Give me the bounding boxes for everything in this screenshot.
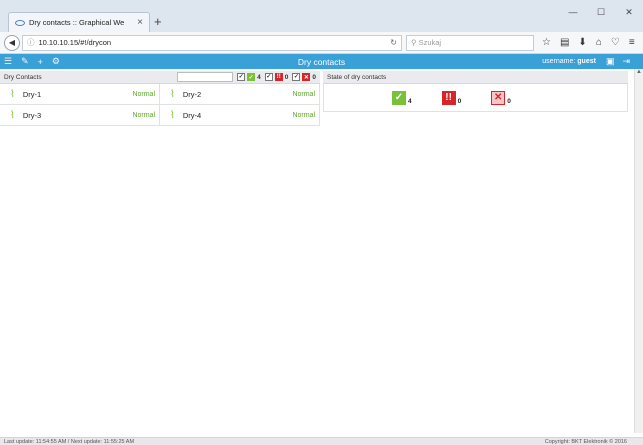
url-text: 10.10.10.15/#!/drycon (38, 38, 112, 47)
ok-icon: ✓ (247, 73, 256, 81)
contact-name: Dry-3 (22, 110, 42, 120)
state-panel: State of dry contacts ✓ 4 !! 0 ✕ 0 (323, 71, 628, 112)
panel-header: State of dry contacts (323, 71, 628, 84)
logout-icon[interactable]: ⇥ (622, 56, 630, 67)
minimize-button[interactable]: — (559, 0, 587, 24)
filter-error-count: 0 (312, 73, 316, 81)
edit-icon[interactable]: ✎ (21, 56, 29, 67)
panel-title: Dry Contacts (4, 73, 42, 81)
filter-error[interactable]: ✓ ✕ 0 (292, 73, 316, 81)
browser-tab[interactable]: Dry contacts :: Graphical We × (8, 12, 150, 32)
reading-list-icon[interactable]: ▤ (560, 37, 569, 48)
save-icon[interactable]: ▣ (606, 56, 615, 67)
contacts-grid: ⌇ Dry-1 Normal ⌇ Dry-2 Normal ⌇ Dry-3 No… (0, 84, 320, 126)
contact-name: Dry-1 (22, 89, 42, 99)
back-button[interactable]: ◀ (4, 34, 20, 51)
username-value: guest (577, 58, 596, 65)
download-icon[interactable]: ⬇ (578, 37, 586, 48)
back-arrow-icon: ◀ (8, 38, 16, 47)
close-window-button[interactable]: ✕ (615, 0, 643, 24)
update-info: Last update: 11:54:55 AM / Next update: … (4, 438, 135, 445)
maximize-button[interactable]: ☐ (587, 0, 615, 24)
dry-contacts-panel: Dry Contacts ✓ ✓ 4 ✓ !! 0 ✓ ✕ 0 ⌇ Dry-1 (0, 71, 320, 126)
error-icon: ✕ (302, 73, 311, 81)
browser-navbar: ◀ ⓘ 10.10.10.15/#!/drycon ↻ ⚲ Szukaj ☆ ▤… (0, 32, 643, 54)
contact-item[interactable]: ⌇ Dry-1 Normal (0, 84, 160, 105)
username-label: username: (542, 58, 576, 65)
state-error: ✕ 0 (491, 90, 511, 105)
filter-alarm-count: 0 (284, 73, 289, 81)
alarm-icon: !! (441, 90, 456, 105)
error-icon: ✕ (491, 90, 506, 105)
scroll-up-icon[interactable]: ▲ (635, 69, 643, 75)
tab-title: Dry contacts :: Graphical We (29, 18, 125, 27)
check-icon: ✓ (392, 90, 406, 105)
switch-icon: ⌇ (10, 88, 15, 100)
search-icon: ⚲ (411, 38, 419, 47)
info-icon: ⓘ (27, 38, 35, 47)
window-controls: — ☐ ✕ (559, 0, 643, 24)
panel-header: Dry Contacts ✓ ✓ 4 ✓ !! 0 ✓ ✕ 0 (0, 71, 320, 84)
contact-status: Normal (292, 90, 315, 98)
contact-name: Dry-2 (182, 89, 202, 99)
browser-tabbar: Dry contacts :: Graphical We × + — ☐ ✕ (0, 0, 643, 32)
bookmark-star-icon[interactable]: ☆ (542, 37, 551, 48)
contact-item[interactable]: ⌇ Dry-2 Normal (160, 84, 320, 105)
search-box[interactable]: ⚲ Szukaj (406, 34, 534, 51)
state-ok-count: 4 (408, 97, 412, 105)
state-alarm-count: 0 (457, 97, 462, 105)
home-icon[interactable]: ⌂ (596, 37, 602, 48)
pocket-icon[interactable]: ♡ (611, 37, 620, 48)
search-placeholder: Szukaj (418, 38, 442, 47)
switch-icon: ⌇ (170, 88, 175, 100)
copyright: Copyright: BKT Elektronik © 2016 (544, 438, 627, 445)
status-footer: Last update: 11:54:55 AM / Next update: … (0, 437, 643, 445)
vertical-scrollbar[interactable]: ▲ (634, 69, 643, 433)
state-ok: ✓ 4 (392, 90, 412, 105)
filter-ok-count: 4 (257, 73, 261, 81)
menu-icon[interactable]: ☰ (4, 56, 12, 67)
username-display: username: guest (542, 58, 596, 65)
checkbox-icon[interactable]: ✓ (237, 73, 246, 81)
contact-status: Normal (292, 111, 315, 119)
add-icon[interactable]: + (38, 57, 43, 67)
browser-toolbar: ☆ ▤ ⬇ ⌂ ♡ ≡ (542, 37, 635, 48)
panel-title: State of dry contacts (327, 73, 387, 81)
contact-name: Dry-4 (182, 110, 202, 120)
tab-close-icon[interactable]: × (137, 17, 143, 28)
favicon-icon (15, 19, 25, 26)
settings-icon[interactable]: ⚙ (52, 56, 60, 67)
filter-alarm[interactable]: ✓ !! 0 (264, 73, 289, 81)
contact-item[interactable]: ⌇ Dry-4 Normal (160, 105, 320, 126)
state-summary: ✓ 4 !! 0 ✕ 0 (323, 84, 628, 112)
filter-ok[interactable]: ✓ ✓ 4 (237, 73, 261, 81)
contact-item[interactable]: ⌇ Dry-3 Normal (0, 105, 160, 126)
state-error-count: 0 (507, 97, 511, 105)
main-content: Dry Contacts ✓ ✓ 4 ✓ !! 0 ✓ ✕ 0 ⌇ Dry-1 (0, 69, 643, 421)
contact-status: Normal (132, 111, 155, 119)
reload-icon[interactable]: ↻ (390, 38, 397, 47)
switch-icon: ⌇ (10, 109, 15, 121)
menu-icon[interactable]: ≡ (629, 37, 635, 48)
checkbox-icon[interactable]: ✓ (292, 73, 301, 81)
state-alarm: !! 0 (441, 90, 462, 105)
checkbox-icon[interactable]: ✓ (264, 73, 273, 81)
switch-icon: ⌇ (170, 109, 175, 121)
new-tab-button[interactable]: + (154, 14, 162, 29)
app-header: ☰ ✎ + ⚙ Dry contacts username: guest ▣ ⇥ (0, 54, 643, 69)
contact-status: Normal (132, 90, 155, 98)
filter-input[interactable] (177, 72, 234, 82)
address-bar[interactable]: ⓘ 10.10.10.15/#!/drycon ↻ (22, 34, 402, 51)
alarm-icon: !! (274, 73, 283, 81)
